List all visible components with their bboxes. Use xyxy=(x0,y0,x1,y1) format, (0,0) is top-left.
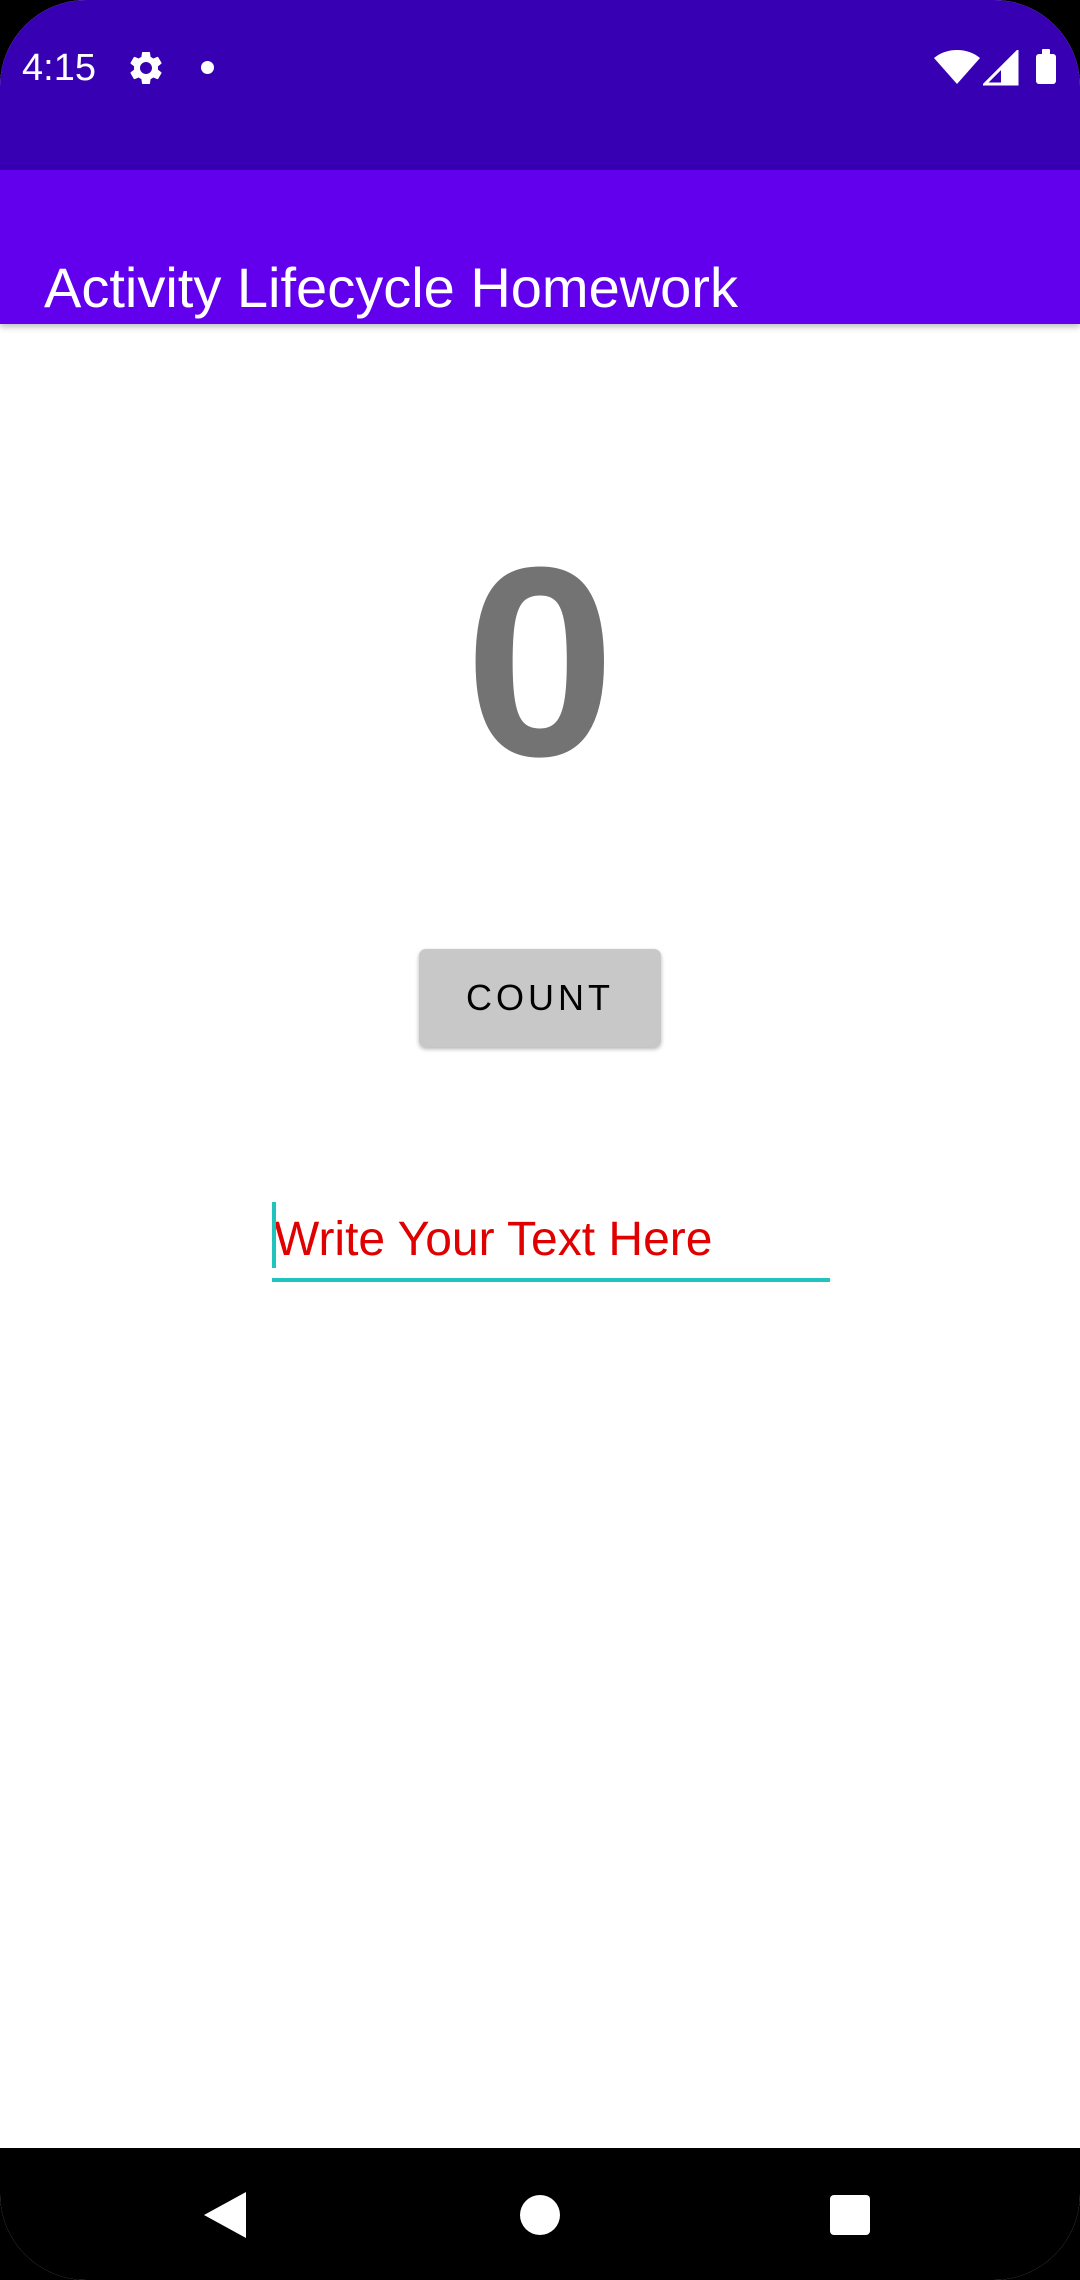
gear-icon xyxy=(130,51,162,84)
battery-icon xyxy=(1036,49,1056,84)
count-button[interactable]: COUNT xyxy=(419,949,661,1047)
status-time: 4:15 xyxy=(22,47,96,89)
wifi-icon xyxy=(934,50,980,84)
back-icon[interactable] xyxy=(204,2192,246,2238)
text-cursor xyxy=(272,1202,276,1268)
counter-display: 0 xyxy=(464,512,616,813)
notification-dot-icon xyxy=(201,61,214,74)
navigation-bar xyxy=(0,2148,1080,2280)
recents-icon[interactable] xyxy=(830,2195,870,2235)
home-icon[interactable] xyxy=(520,2195,560,2235)
status-bar: 4:15 xyxy=(0,0,1080,170)
app-bar: Activity Lifecycle Homework xyxy=(0,170,1080,324)
phone-screen: 4:15 Activity Lifecycle Homework 0 COUNT xyxy=(0,0,1080,2280)
signal-icon xyxy=(983,50,1019,86)
app-title: Activity Lifecycle Homework xyxy=(44,255,738,319)
text-input[interactable] xyxy=(272,1200,830,1282)
